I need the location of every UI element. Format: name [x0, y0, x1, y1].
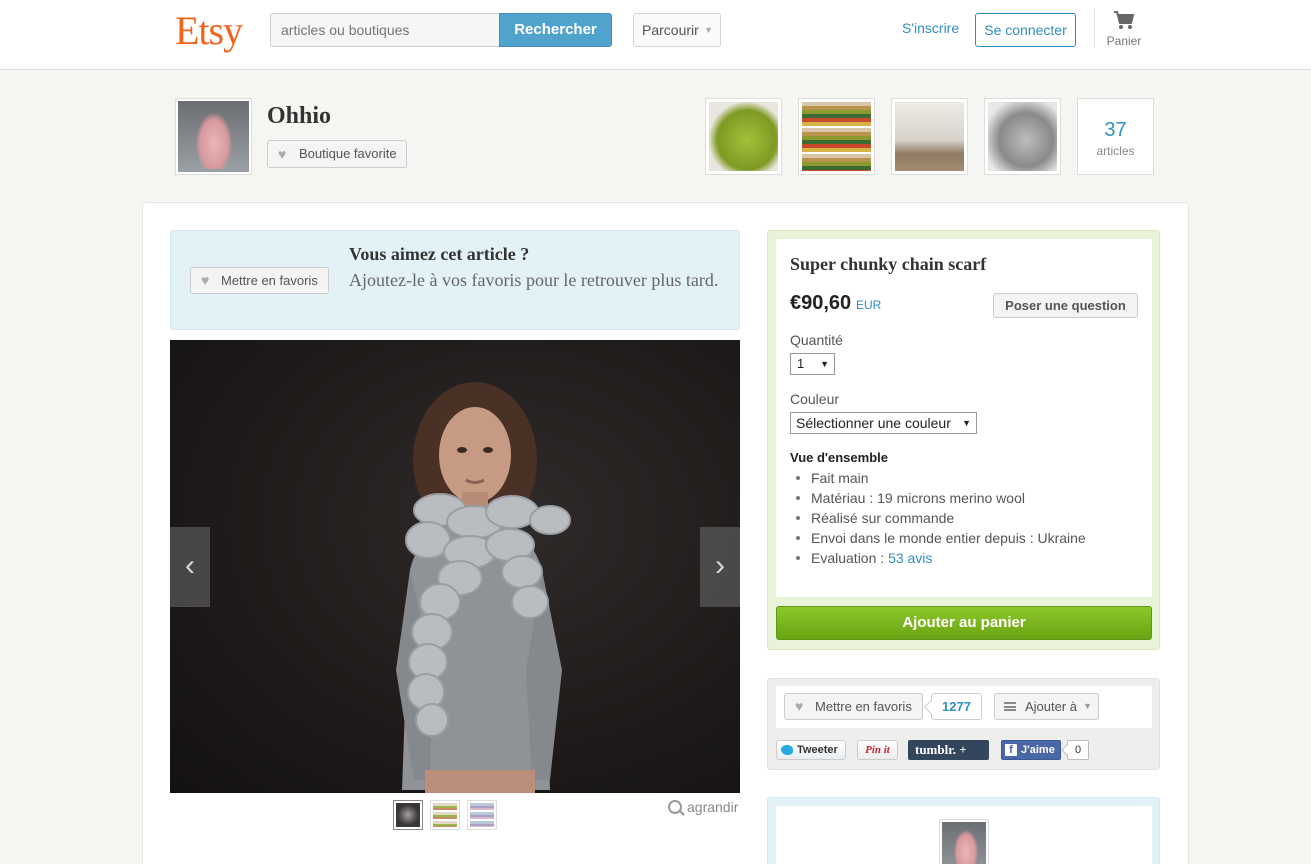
search-input[interactable]	[270, 13, 500, 47]
facebook-like-button[interactable]: f J'aime	[1001, 740, 1061, 760]
shop-avatar[interactable]	[175, 98, 252, 175]
items-count-label: articles	[1096, 144, 1135, 158]
favorite-shop-label: Boutique favorite	[299, 146, 397, 161]
image-thumbnail[interactable]	[467, 800, 497, 830]
previous-image-button[interactable]: ‹	[170, 527, 210, 607]
overview-title: Vue d'ensemble	[790, 450, 888, 465]
favorite-shop-button[interactable]: ♥ Boutique favorite	[267, 140, 407, 168]
listing-price: €90,60	[790, 292, 852, 314]
quantity-select[interactable]: 1 ▼	[790, 353, 835, 375]
favorite-label: Mettre en favoris	[815, 699, 912, 714]
listing-main-image[interactable]	[170, 340, 740, 793]
next-image-button[interactable]: ›	[700, 527, 740, 607]
favorite-item-label: Mettre en favoris	[221, 273, 318, 288]
color-label: Couleur	[790, 391, 840, 407]
browse-dropdown[interactable]: Parcourir ▼	[633, 13, 721, 47]
facebook-like-label: J'aime	[1021, 744, 1055, 756]
signin-button[interactable]: Se connecter	[975, 13, 1076, 47]
heart-icon: ♥	[795, 698, 804, 714]
color-select[interactable]: Sélectionner une couleur ▼	[790, 412, 977, 434]
list-item: Réalisé sur commande	[792, 508, 1086, 528]
list-item: Envoi dans le monde entier depuis : Ukra…	[792, 528, 1086, 548]
shop-item-thumbnail[interactable]	[705, 98, 782, 175]
zoom-label: agrandir	[687, 799, 739, 815]
listing-title: Super chunky chain scarf	[790, 254, 987, 274]
pinterest-button[interactable]: Pin it	[857, 740, 898, 760]
cart-icon	[1114, 11, 1135, 29]
tumblr-button[interactable]: tumblr. +	[908, 740, 989, 760]
chevron-down-icon: ▼	[962, 418, 971, 428]
search-button[interactable]: Rechercher	[499, 13, 612, 47]
chevron-down-icon: ▼	[820, 359, 829, 369]
etsy-logo[interactable]: Etsy	[175, 8, 243, 54]
shop-item-thumbnail[interactable]	[891, 98, 968, 175]
cart-label: Panier	[1106, 34, 1142, 48]
facebook-like-count: 0	[1067, 740, 1089, 760]
shop-item-thumbnail[interactable]	[798, 98, 875, 175]
add-to-cart-button[interactable]: Ajouter au panier	[776, 606, 1152, 640]
shop-item-thumbnail[interactable]	[984, 98, 1061, 175]
magnifier-icon	[668, 800, 682, 814]
tweet-label: Tweeter	[797, 744, 838, 756]
favorite-count[interactable]: 1277	[931, 693, 982, 720]
overview-list: Fait main Matériau : 19 microns merino w…	[792, 468, 1086, 568]
chevron-down-icon: ▼	[1083, 701, 1092, 711]
browse-label: Parcourir	[642, 22, 699, 38]
items-count-number: 37	[1104, 119, 1127, 141]
twitter-bird-icon	[781, 745, 793, 755]
divider	[1094, 8, 1095, 48]
shop-items-count[interactable]: 37 articles	[1077, 98, 1154, 175]
favorite-banner-text: Ajoutez-le à vos favoris pour le retrouv…	[349, 270, 719, 290]
list-item: Matériau : 19 microns merino wool	[792, 488, 1086, 508]
shop-card-avatar[interactable]	[939, 819, 989, 864]
facebook-icon: f	[1005, 744, 1017, 756]
image-thumbnail[interactable]	[430, 800, 460, 830]
zoom-link[interactable]: agrandir	[668, 799, 738, 815]
cart-button[interactable]: Panier	[1102, 10, 1146, 48]
color-value: Sélectionner une couleur	[796, 415, 951, 431]
image-thumbnail[interactable]	[393, 800, 423, 830]
list-item: Evaluation : 53 avis	[792, 548, 1086, 568]
heart-icon: ♥	[201, 272, 210, 288]
list-icon	[1004, 702, 1016, 711]
signup-link[interactable]: S'inscrire	[902, 20, 959, 36]
favorite-item-button[interactable]: ♥ Mettre en favoris	[190, 267, 329, 294]
chevron-down-icon: ▼	[704, 25, 713, 35]
quantity-value: 1	[797, 356, 805, 371]
site-header: Etsy Rechercher Parcourir ▼ S'inscrire S…	[0, 0, 1311, 70]
shop-name[interactable]: Ohhio	[267, 103, 331, 130]
add-to-list-button[interactable]: Ajouter à ▼	[994, 693, 1099, 720]
heart-icon: ♥	[278, 146, 287, 162]
model-wearing-scarf-illustration	[396, 382, 571, 793]
add-to-label: Ajouter à	[1025, 699, 1078, 714]
quantity-label: Quantité	[790, 332, 843, 348]
currency-code[interactable]: EUR	[856, 298, 881, 312]
favorite-banner-title: Vous aimez cet article ?	[349, 244, 530, 264]
ask-question-button[interactable]: Poser une question	[993, 293, 1138, 318]
rating-prefix: Evaluation :	[811, 550, 889, 566]
list-item: Fait main	[792, 468, 1086, 488]
tweet-button[interactable]: Tweeter	[776, 740, 846, 760]
favorite-button[interactable]: ♥ Mettre en favoris	[784, 693, 923, 720]
reviews-link[interactable]: 53 avis	[888, 550, 932, 566]
